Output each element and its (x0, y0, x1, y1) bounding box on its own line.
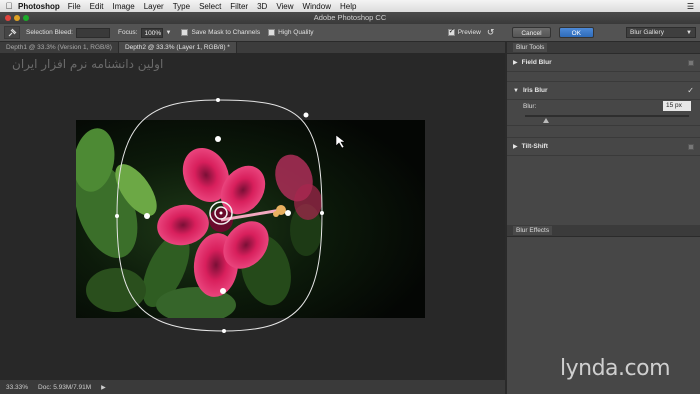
zoom-window-icon[interactable] (23, 15, 29, 21)
menubar-status-icons: ☰ (687, 2, 700, 11)
close-window-icon[interactable] (5, 15, 11, 21)
pin-tool-icon[interactable] (4, 26, 20, 39)
cursor-arrow-icon (335, 134, 346, 149)
chevron-down-icon: ▼ (686, 30, 692, 36)
blur-effects-panel: Blur Effects (507, 225, 700, 237)
iris-bottom-handle (222, 329, 226, 333)
doc-size: Doc: 5.93M/7.91M (38, 383, 92, 391)
iris-blur-row[interactable]: ▼ Iris Blur ✓ (507, 82, 700, 100)
save-mask-label: Save Mask to Channels (191, 29, 261, 36)
panel-spacer (507, 72, 700, 82)
panel-spacer (507, 126, 700, 138)
blur-effects-title[interactable]: Blur Effects (513, 226, 553, 235)
focus-field[interactable]: 100% (140, 27, 163, 38)
feather-handle-bottom (220, 288, 226, 294)
menu-bar:  Photoshop File Edit Image Layer Type S… (0, 0, 700, 12)
selection-bleed-field[interactable] (75, 27, 110, 38)
field-blur-label: Field Blur (521, 59, 552, 66)
high-quality-checkbox[interactable] (268, 29, 276, 36)
menu-layer[interactable]: Layer (144, 2, 164, 11)
ok-button[interactable]: OK (558, 27, 594, 38)
focus-label: Focus: (117, 29, 138, 36)
options-bar: Selection Bleed: Focus: 100% ▼ Save Mask… (0, 24, 700, 42)
iris-blur-amount: Blur: 15 px (507, 100, 700, 126)
tab-depth2[interactable]: Depth2 @ 33.3% (Layer 1, RGB/8) * (118, 42, 237, 53)
expand-arrow-icon[interactable]: ▶ (513, 143, 518, 150)
lynda-logo: lynda.com (560, 356, 671, 381)
blur-tools-header: Blur Tools (507, 42, 700, 54)
save-mask-checkbox[interactable] (181, 29, 189, 36)
tab-depth1[interactable]: Depth1 @ 33.3% (Version 1, RGB/8) (0, 42, 119, 53)
blur-label: Blur: (523, 103, 537, 110)
blur-effects-header: Blur Effects (507, 225, 700, 237)
iris-blur-label: Iris Blur (522, 87, 548, 94)
window-title: Adobe Photoshop CC (313, 13, 387, 22)
menu-app-name[interactable]: Photoshop (18, 2, 60, 11)
tilt-shift-label: Tilt-Shift (521, 143, 548, 150)
window-titlebar: Adobe Photoshop CC (0, 12, 700, 24)
status-menu-icon[interactable]: ▶ (101, 384, 106, 391)
feather-handle-right (285, 210, 291, 216)
blur-value-field[interactable]: 15 px (663, 101, 691, 111)
tilt-shift-row[interactable]: ▶ Tilt-Shift (507, 138, 700, 156)
field-blur-row[interactable]: ▶ Field Blur (507, 54, 700, 72)
menu-filter[interactable]: Filter (230, 2, 248, 11)
expand-arrow-icon[interactable]: ▶ (513, 59, 518, 66)
collapse-arrow-icon[interactable]: ▼ (513, 88, 519, 94)
menu-3d[interactable]: 3D (257, 2, 267, 11)
options-right-group: Preview ↺ Cancel OK Blur Gallery ▼ (447, 27, 700, 38)
menu-view[interactable]: View (276, 2, 293, 11)
iris-blur-overlay[interactable] (0, 53, 505, 380)
menu-window[interactable]: Window (303, 2, 331, 11)
workspace-select-value: Blur Gallery (630, 29, 664, 36)
reset-icon[interactable]: ↺ (487, 27, 495, 38)
apple-icon[interactable]:  (0, 1, 18, 11)
blur-panels: Blur Tools ▶ Field Blur ▼ Iris Blur ✓ Bl… (505, 42, 700, 394)
iris-top-handle (216, 98, 220, 102)
menu-image[interactable]: Image (112, 2, 134, 11)
high-quality-label: High Quality (278, 29, 314, 36)
menu-help[interactable]: Help (340, 2, 356, 11)
blur-ring-control (209, 201, 233, 225)
workspace-select[interactable]: Blur Gallery ▼ (626, 27, 696, 38)
iris-right-handle (320, 211, 324, 215)
canvas-area[interactable]: اولین دانشنامه نرم افزار ایران (0, 53, 505, 380)
iris-left-handle (115, 214, 119, 218)
menu-edit[interactable]: Edit (90, 2, 104, 11)
field-blur-checkbox[interactable] (688, 59, 694, 66)
preview-label: Preview (457, 29, 481, 36)
minimize-window-icon[interactable] (14, 15, 20, 21)
iris-roundness-handle (303, 112, 309, 118)
menu-file[interactable]: File (68, 2, 81, 11)
feather-handle-top (215, 136, 221, 142)
blur-slider-track[interactable] (525, 115, 689, 117)
blur-slider-thumb[interactable] (543, 118, 549, 123)
cancel-button[interactable]: Cancel (512, 27, 551, 38)
preview-checkbox[interactable] (447, 27, 455, 36)
menu-type[interactable]: Type (173, 2, 190, 11)
document-tabs: Depth1 @ 33.3% (Version 1, RGB/8) Depth2… (0, 42, 505, 53)
tilt-shift-checkbox[interactable] (688, 143, 694, 150)
focus-dropdown-icon[interactable]: ▼ (166, 30, 172, 36)
iris-blur-checkbox[interactable]: ✓ (687, 86, 694, 95)
status-bar: 33.33% Doc: 5.93M/7.91M ▶ (0, 380, 505, 394)
menu-select[interactable]: Select (199, 2, 221, 11)
window-controls (5, 15, 29, 21)
selection-bleed-label: Selection Bleed: (26, 29, 73, 36)
list-icon[interactable]: ☰ (687, 2, 694, 11)
zoom-level[interactable]: 33.33% (6, 384, 28, 391)
blur-tools-title[interactable]: Blur Tools (513, 43, 548, 52)
feather-handle-left (144, 213, 150, 219)
